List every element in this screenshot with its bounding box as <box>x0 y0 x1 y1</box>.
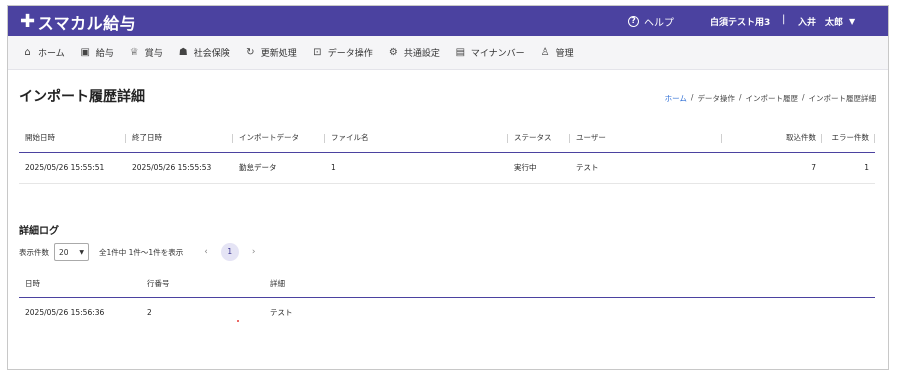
nav-item-social-insurance[interactable]: ☗ 社会保険 <box>178 46 230 59</box>
column-header-import-data: インポートデータ <box>233 124 325 153</box>
nav-label: 更新処理 <box>260 49 297 59</box>
help-label: ヘルプ <box>644 18 674 29</box>
question-icon: ? <box>628 16 639 27</box>
user-name: 入井 太郎 <box>798 18 844 28</box>
column-header-user: ユーザー <box>570 124 722 153</box>
nav-item-home[interactable]: ⌂ ホーム <box>22 46 65 59</box>
column-header-datetime: 日時 <box>19 270 141 298</box>
trophy-icon: ♕ <box>129 47 139 58</box>
page-title: インポート履歴詳細 <box>19 89 145 105</box>
column-header-detail: 詳細 <box>264 270 875 298</box>
breadcrumb-separator: / <box>801 93 805 102</box>
user-menu[interactable]: 入井 太郎 ▼ <box>798 15 855 28</box>
import-icon: ⊡ <box>313 47 322 58</box>
page-size-select[interactable]: 20 ▼ <box>54 243 89 261</box>
pagination-summary: 全1件中 1件〜1件を表示 <box>99 247 184 257</box>
breadcrumb-import-history: インポート履歴 <box>745 94 798 103</box>
card-icon: ▤ <box>455 47 466 58</box>
cell-status: 実行中 <box>508 152 570 184</box>
header-bar: ✚ スマカル給与 ? ヘルプ 白須テスト用3 | 入井 太郎 ▼ <box>8 6 888 36</box>
nav-label: ホーム <box>38 49 65 59</box>
column-header-imported-count: 取込件数 <box>760 124 822 153</box>
nav-label: 賞与 <box>144 49 163 59</box>
nav-item-update[interactable]: ↻ 更新処理 <box>245 46 297 59</box>
nav-item-common-settings[interactable]: ⚙ 共通設定 <box>388 46 440 59</box>
header-separator: | <box>782 14 786 25</box>
nav-label: マイナンバー <box>470 49 525 59</box>
nav-item-my-number[interactable]: ▤ マイナンバー <box>455 46 525 59</box>
column-header-file-name: ファイル名 <box>325 124 508 153</box>
page-number-current[interactable]: 1 <box>220 243 239 261</box>
plus-logo-icon: ✚ <box>20 11 36 32</box>
import-detail-table: 開始日時 終了日時 インポートデータ ファイル名 ステータス ユーザー 取込件数… <box>19 124 875 184</box>
nav-label: 給与 <box>95 49 114 59</box>
page-size-label: 表示件数 <box>19 247 49 257</box>
breadcrumb-home[interactable]: ホーム <box>665 93 687 104</box>
page-size-value: 20 <box>59 247 69 257</box>
nav-label: 管理 <box>555 49 574 59</box>
column-header-status: ステータス <box>508 124 570 153</box>
cell-detail: テスト <box>270 308 293 318</box>
next-page-icon[interactable]: › <box>252 247 256 257</box>
cell-spacer <box>722 152 760 184</box>
nav-label: 社会保険 <box>193 49 230 59</box>
cell-datetime: 2025/05/26 15:56:36 <box>25 308 105 318</box>
user-icon: ♙ <box>540 47 550 58</box>
breadcrumb-current: インポート履歴詳細 <box>808 94 877 103</box>
logo-text: スマカル給与 <box>37 14 137 33</box>
column-header-end: 終了日時 <box>126 124 233 153</box>
cell-import-data: 勤怠データ <box>233 152 325 184</box>
column-header-error-count: エラー件数 <box>822 124 875 153</box>
column-header-start: 開始日時 <box>19 124 126 153</box>
nav-label: 共通設定 <box>403 49 440 59</box>
chevron-down-icon: ▼ <box>849 17 856 26</box>
nav-label: データ操作 <box>327 49 373 59</box>
breadcrumb-separator: / <box>738 93 742 102</box>
nav-item-bonus[interactable]: ♕ 賞与 <box>129 46 163 59</box>
table-row: 2025/05/26 15:55:51 2025/05/26 15:55:53 … <box>19 152 875 184</box>
pagination-bar: 表示件数 20 ▼ 全1件中 1件〜1件を表示 ‹ 1 › <box>19 243 255 261</box>
column-header-spacer <box>722 124 760 153</box>
breadcrumb: ホーム / データ操作 / インポート履歴 / インポート履歴詳細 <box>665 93 876 104</box>
table-header-row: 日時 行番号 詳細 <box>19 270 875 298</box>
cell-start: 2025/05/26 15:55:51 <box>19 152 126 184</box>
cell-imported-count: 7 <box>760 152 822 184</box>
cell-end: 2025/05/26 15:55:53 <box>126 152 233 184</box>
refresh-icon: ↻ <box>246 47 255 58</box>
tenant-name[interactable]: 白須テスト用3 <box>710 15 770 28</box>
cell-user: テスト <box>570 152 722 184</box>
app-window: ✚ スマカル給与 ? ヘルプ 白須テスト用3 | 入井 太郎 ▼ ⌂ ホーム ▣… <box>7 5 889 370</box>
column-header-row-number: 行番号 <box>141 270 264 298</box>
nav-item-payroll[interactable]: ▣ 給与 <box>80 46 114 59</box>
cell-error-count: 1 <box>822 152 875 184</box>
cell-row-number: 2 <box>147 308 152 318</box>
home-icon: ⌂ <box>24 47 31 58</box>
table-header-row: 開始日時 終了日時 インポートデータ ファイル名 ステータス ユーザー 取込件数… <box>19 124 875 153</box>
gear-icon: ⚙ <box>388 47 398 58</box>
detail-log-table: 日時 行番号 詳細 2025/05/26 15:56:36 2 テスト <box>19 270 875 328</box>
help-link[interactable]: ? ヘルプ <box>628 14 674 29</box>
breadcrumb-data-operation: データ操作 <box>697 94 735 103</box>
main-nav: ⌂ ホーム ▣ 給与 ♕ 賞与 ☗ 社会保険 ↻ 更新処理 ⊡ データ操作 ⚙ … <box>8 36 888 70</box>
people-icon: ☗ <box>178 47 188 58</box>
app-logo[interactable]: ✚ スマカル給与 <box>20 10 136 34</box>
nav-item-data-operation[interactable]: ⊡ データ操作 <box>312 46 373 59</box>
caret-down-icon: ▼ <box>79 248 84 256</box>
cell-file-name: 1 <box>325 152 508 184</box>
log-section-title: 詳細ログ <box>19 226 59 237</box>
table-row: 2025/05/26 15:56:36 2 テスト <box>19 297 875 328</box>
prev-page-icon[interactable]: ‹ <box>204 247 208 257</box>
breadcrumb-separator: / <box>690 93 694 102</box>
payroll-icon: ▣ <box>80 47 90 58</box>
red-dot-mark <box>237 320 239 322</box>
nav-item-admin[interactable]: ♙ 管理 <box>540 46 574 59</box>
